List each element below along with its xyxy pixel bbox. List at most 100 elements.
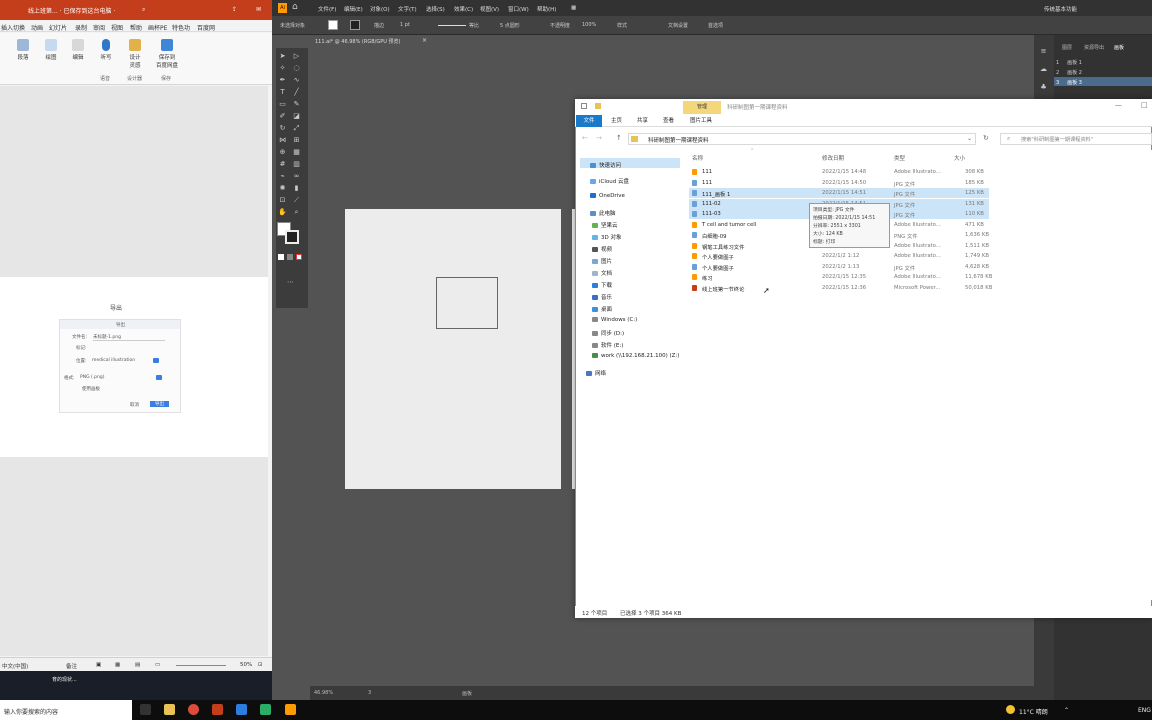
comment-icon[interactable]: ✉ bbox=[256, 6, 261, 13]
style-label[interactable]: 样式 bbox=[617, 22, 627, 29]
status-mode[interactable]: 画板 bbox=[462, 690, 472, 697]
stroke-label[interactable]: 描边 bbox=[374, 22, 384, 29]
zoom-tool-icon[interactable]: ⌕ bbox=[292, 208, 301, 216]
selection-tool-icon[interactable]: ➤ bbox=[278, 52, 287, 60]
powerpoint-icon[interactable] bbox=[212, 704, 223, 715]
menu-help[interactable]: 帮助(H) bbox=[537, 5, 556, 13]
rotate-icon[interactable]: ↻ bbox=[278, 124, 287, 132]
weather-text[interactable]: 11°C 晴朗 bbox=[1019, 707, 1048, 716]
artboard-1[interactable] bbox=[345, 209, 561, 489]
eyedropper-icon[interactable]: ⌁ bbox=[278, 172, 287, 180]
magic-wand-icon[interactable]: ✧ bbox=[278, 64, 287, 72]
sorter-view-icon[interactable]: ▦ bbox=[115, 662, 120, 668]
column-type[interactable]: 类型 bbox=[894, 154, 905, 162]
fill-swatch[interactable] bbox=[328, 20, 338, 30]
uniform-profile[interactable]: 等比 bbox=[469, 22, 479, 29]
menu-select[interactable]: 选择(S) bbox=[426, 5, 445, 13]
tab-record[interactable]: 录制 bbox=[75, 23, 87, 32]
brushes-icon[interactable]: ♣ bbox=[1039, 83, 1048, 91]
artboard-tool-icon[interactable]: ⊡ bbox=[278, 196, 287, 204]
artboard-number[interactable]: 3 bbox=[368, 690, 371, 696]
tab-asset-export[interactable]: 资源导出 bbox=[1084, 44, 1104, 51]
tab-slideshow[interactable]: 幻灯片 bbox=[49, 23, 67, 32]
nav-onedrive[interactable]: OneDrive bbox=[590, 193, 625, 199]
close-icon[interactable]: × bbox=[422, 37, 427, 44]
slideshow-icon[interactable]: ▭ bbox=[155, 662, 160, 668]
opacity-label[interactable]: 不透明度 bbox=[550, 22, 570, 29]
paintbrush-icon[interactable]: ✎ bbox=[292, 100, 301, 108]
fit-icon[interactable]: ⊡ bbox=[258, 662, 263, 668]
preferences-button[interactable]: 首选项 bbox=[708, 22, 723, 29]
tab-view[interactable]: 查看 bbox=[663, 115, 674, 127]
use-artboards-checkbox[interactable]: 使用画板 bbox=[82, 386, 100, 392]
format-select[interactable]: PNG (.png) bbox=[80, 375, 105, 380]
properties-icon[interactable] bbox=[581, 103, 587, 109]
menu-object[interactable]: 对象(O) bbox=[370, 5, 390, 13]
search-icon[interactable]: ⌕ bbox=[142, 6, 145, 14]
artboard-item-2[interactable]: 2 画板 2 bbox=[1056, 69, 1082, 76]
hand-tool-icon[interactable]: ✋ bbox=[278, 208, 287, 216]
tab-animations[interactable]: 动画 bbox=[31, 23, 43, 32]
menu-window[interactable]: 窗口(W) bbox=[508, 5, 529, 13]
file-row[interactable]: 111_画板 1 2022/1/15 14:51 JPG 文件 125 KB bbox=[689, 188, 989, 198]
lasso-icon[interactable]: ◌ bbox=[292, 64, 301, 72]
blend-icon[interactable]: ∞ bbox=[292, 172, 301, 180]
shape-builder-icon[interactable]: ⊕ bbox=[278, 148, 287, 156]
tab-insert[interactable]: 插入 bbox=[1, 23, 13, 32]
menu-effect[interactable]: 效果(C) bbox=[454, 5, 473, 13]
nav-drive-c[interactable]: Windows (C:) bbox=[592, 317, 637, 323]
document-setup-button[interactable]: 文档设置 bbox=[668, 22, 688, 29]
document-tab[interactable]: 111.ai* @ 46.98% (RGB/GPU 预览) × bbox=[310, 35, 430, 47]
nav-this-pc[interactable]: 此电脑 bbox=[590, 209, 616, 217]
tab-share[interactable]: 共享 bbox=[637, 115, 648, 127]
edit-button[interactable]: 编辑 bbox=[65, 39, 91, 61]
stroke-profile[interactable] bbox=[438, 25, 466, 26]
language-status[interactable]: 中文(中国) bbox=[2, 662, 28, 670]
app-icon[interactable] bbox=[236, 704, 247, 715]
rectangle-shape[interactable] bbox=[436, 277, 498, 329]
nav-documents[interactable]: 文档 bbox=[592, 269, 612, 277]
zoom-readout[interactable]: 46.98% bbox=[314, 690, 333, 696]
edit-toolbar-icon[interactable]: ⋯ bbox=[286, 278, 295, 286]
reading-view-icon[interactable]: ▤ bbox=[135, 662, 140, 668]
chevron-down-icon[interactable] bbox=[153, 358, 159, 363]
column-size[interactable]: 大小 bbox=[954, 154, 965, 162]
graph-tool-icon[interactable]: ▮ bbox=[292, 184, 301, 192]
forward-arrow-icon[interactable]: → bbox=[596, 134, 602, 142]
menu-type[interactable]: 文字(T) bbox=[398, 5, 417, 13]
notes-button[interactable]: 备注 bbox=[66, 662, 77, 670]
illustrator-icon[interactable] bbox=[285, 704, 296, 715]
width-tool-icon[interactable]: ⋈ bbox=[278, 136, 287, 144]
tab-home[interactable]: 主页 bbox=[611, 115, 622, 127]
stroke-color-swatch[interactable] bbox=[285, 230, 299, 244]
tab-file[interactable]: 文件 bbox=[576, 115, 602, 127]
nav-drive-d[interactable]: 同步 (D:) bbox=[592, 329, 624, 337]
task-view-icon[interactable] bbox=[140, 704, 151, 715]
nav-drive-e[interactable]: 软件 (E:) bbox=[592, 341, 623, 349]
gradient-icon[interactable]: ▥ bbox=[292, 160, 301, 168]
file-row[interactable]: 111 2022/1/15 14:48 Adobe Illustrato... 308… bbox=[689, 167, 989, 177]
file-row[interactable]: 111 2022/1/15 14:50 JPG 文件 185 KB bbox=[689, 178, 989, 188]
symbol-sprayer-icon[interactable]: ✺ bbox=[278, 184, 287, 192]
free-transform-icon[interactable]: ⊞ bbox=[292, 136, 301, 144]
tab-baidu[interactable]: 百度网 bbox=[197, 23, 215, 32]
chrome-icon[interactable] bbox=[188, 704, 199, 715]
pen-tool-icon[interactable]: ✒ bbox=[278, 76, 287, 84]
minimize-icon[interactable]: — bbox=[1115, 101, 1122, 109]
artboard-item-3[interactable]: 3 画板 3 bbox=[1056, 79, 1082, 86]
file-row[interactable]: 练习 2022/1/15 12:35 Adobe Illustrato... 11,6… bbox=[689, 272, 992, 282]
nav-jianguoyun[interactable]: 坚果云 bbox=[592, 221, 618, 229]
color-mode-icon[interactable] bbox=[278, 254, 284, 260]
tab-pe[interactable]: 画杯PE bbox=[148, 23, 167, 32]
nav-icloud[interactable]: iCloud 云盘 bbox=[590, 177, 629, 185]
type-tool-icon[interactable]: T bbox=[278, 88, 287, 96]
file-explorer-icon[interactable] bbox=[164, 704, 175, 715]
home-icon[interactable]: ⌂ bbox=[292, 2, 298, 12]
nav-downloads[interactable]: 下载 bbox=[592, 281, 612, 289]
maximize-icon[interactable]: □ bbox=[1141, 101, 1148, 109]
file-row[interactable]: 个人要做图子 2022/1/2 1:12 Adobe Illustrato... 1,… bbox=[689, 251, 989, 261]
menu-edit[interactable]: 编辑(E) bbox=[344, 5, 363, 13]
shaper-icon[interactable]: ✐ bbox=[278, 112, 287, 120]
explorer-search-box[interactable]: ⌕ 搜索"科研制图第一期课程资料" bbox=[1000, 133, 1152, 145]
none-mode-icon[interactable] bbox=[296, 254, 302, 260]
